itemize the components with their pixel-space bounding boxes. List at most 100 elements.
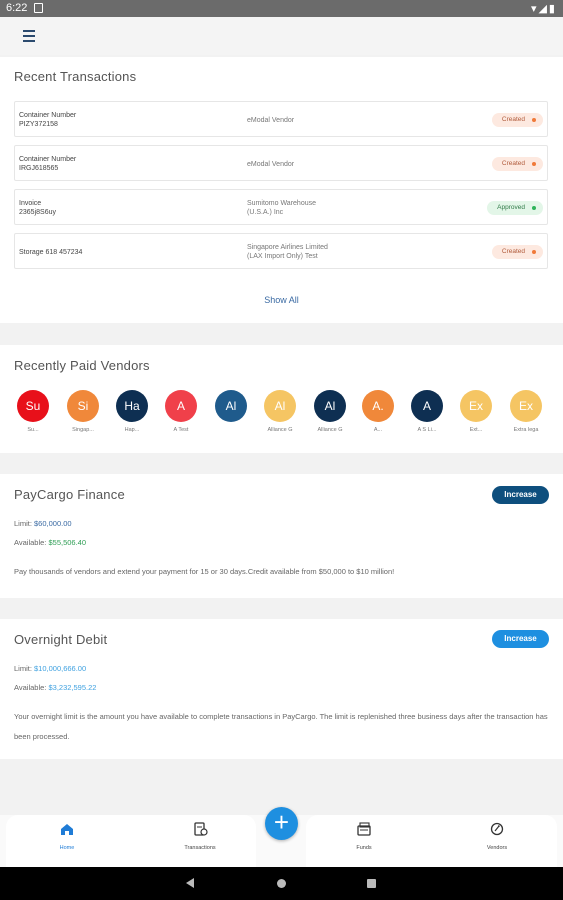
nav-funds-label: Funds: [356, 845, 372, 851]
tx-vendor-line2: (LAX Import Only) Test: [247, 253, 318, 260]
vendor-label: Ext...: [469, 427, 483, 433]
vendor-label: A S Li...: [417, 427, 437, 433]
vendor-label: Su...: [27, 427, 39, 433]
status-dot: [532, 206, 536, 210]
status-bar: 6:22 ▾◢▮: [0, 0, 563, 17]
home-button-icon[interactable]: [277, 879, 286, 888]
vendor-item[interactable]: Ex Ext...: [456, 390, 496, 440]
vendors-icon: [490, 822, 504, 836]
vendor-item[interactable]: Ex Extra lega: [506, 390, 546, 440]
tx-type: Storage 618 457234: [19, 249, 83, 256]
status-icons: ▾◢▮: [530, 3, 557, 15]
status-dot: [532, 162, 536, 166]
vendor-avatar: Si: [67, 390, 99, 422]
vendor-avatar: A.: [362, 390, 394, 422]
nav-transactions[interactable]: Transactions: [165, 821, 235, 851]
status-badge: Created: [491, 245, 543, 259]
recent-transactions-card: Recent Transactions Container Number PIZY…: [0, 57, 563, 323]
finance-description: Pay thousands of vendors and extend your…: [14, 567, 395, 576]
tx-ref: 2365j8S6uy: [19, 209, 56, 216]
vendor-item[interactable]: Ha Hap...: [112, 390, 152, 440]
recently-paid-vendors-title: Recently Paid Vendors: [14, 358, 150, 373]
vendor-label: Alliance G: [317, 427, 343, 433]
status-badge: Approved: [487, 201, 543, 215]
debit-description: Your overnight limit is the amount you h…: [14, 712, 548, 741]
vendor-item[interactable]: Al: [211, 390, 251, 440]
recent-transactions-title: Recent Transactions: [14, 69, 137, 84]
vendor-item[interactable]: A A S Li...: [407, 390, 447, 440]
status-time: 6:22: [6, 2, 28, 14]
nav-vendors[interactable]: Vendors: [462, 821, 532, 851]
tx-vendor: Singapore Airlines Limited: [247, 244, 328, 251]
finance-limit-value: $60,000.00: [34, 519, 72, 528]
vendor-avatar: A: [165, 390, 197, 422]
debit-available: Available: $3,232,595.22: [14, 683, 97, 692]
finance-available-value: $55,506.40: [48, 538, 87, 547]
funds-icon: [357, 822, 371, 836]
tx-vendor-line2: (U.S.A.) Inc: [247, 209, 284, 216]
notification-icon: [34, 3, 43, 13]
vendor-label: Extra lega: [513, 427, 539, 433]
tx-type: Invoice: [19, 200, 42, 207]
transaction-row[interactable]: Container Number IRGJ618565 eModal Vendor…: [14, 145, 548, 181]
nav-funds[interactable]: Funds: [329, 821, 399, 851]
add-button[interactable]: +: [265, 807, 298, 840]
back-icon[interactable]: [186, 878, 194, 888]
transaction-row[interactable]: Storage 618 457234 Singapore Airlines Li…: [14, 233, 548, 269]
vendor-avatar: Ha: [116, 390, 148, 422]
vendor-item[interactable]: Al Alliance G: [260, 390, 300, 440]
tx-ref: PIZY372158: [19, 121, 58, 128]
vendor-carousel[interactable]: Su Su... Si Singap... Ha Hap... A A Test Al …: [0, 390, 563, 440]
tx-vendor: Sumitomo Warehouse: [247, 200, 316, 207]
status-badge: Created: [491, 113, 543, 127]
tx-ref: IRGJ618565: [19, 165, 59, 172]
vendor-item[interactable]: Al Alliance G: [310, 390, 350, 440]
tx-type: Container Number: [19, 156, 77, 163]
paycargo-finance-title: PayCargo Finance: [14, 487, 125, 502]
overnight-debit-card: Overnight Debit Increase Limit: $10,000,…: [0, 619, 563, 759]
system-navigation-bar: [0, 867, 563, 900]
vendor-avatar: Su: [17, 390, 49, 422]
vendor-item[interactable]: Su Su...: [13, 390, 53, 440]
vendor-avatar: Ex: [460, 390, 492, 422]
paycargo-finance-card: PayCargo Finance Increase Limit: $60,000…: [0, 474, 563, 598]
debit-limit: Limit: $10,000,666.00: [14, 664, 87, 673]
finance-limit: Limit: $60,000.00: [14, 519, 72, 528]
vendor-item[interactable]: A. A...: [358, 390, 398, 440]
status-dot: [532, 118, 536, 122]
vendor-label: Singap...: [72, 427, 94, 433]
nav-home-label: Home: [59, 845, 75, 851]
status-badge: Created: [491, 157, 543, 171]
tx-type: Container Number: [19, 112, 77, 119]
home-icon: [61, 824, 73, 835]
recents-icon[interactable]: [367, 879, 376, 888]
vendor-label: A Test: [173, 427, 189, 433]
tx-vendor: eModal Vendor: [247, 117, 295, 124]
vendor-avatar: Al: [314, 390, 346, 422]
app-bar: [0, 17, 563, 55]
vendor-avatar: Al: [264, 390, 296, 422]
debit-available-value: $3,232,595.22: [48, 683, 97, 692]
show-all-link[interactable]: Show All: [0, 295, 563, 305]
overnight-debit-title: Overnight Debit: [14, 632, 108, 647]
finance-available: Available: $55,506.40: [14, 538, 87, 547]
status-dot: [532, 250, 536, 254]
vendor-avatar: Ex: [510, 390, 542, 422]
nav-home[interactable]: Home: [32, 821, 102, 851]
transactions-icon: [194, 822, 208, 836]
transaction-row[interactable]: Container Number PIZY372158 eModal Vendor…: [14, 101, 548, 137]
debit-increase-button[interactable]: Increase: [492, 630, 549, 648]
finance-increase-button[interactable]: Increase: [492, 486, 549, 504]
menu-icon[interactable]: [20, 28, 38, 44]
vendor-item[interactable]: Si Singap...: [63, 390, 103, 440]
vendor-avatar: A: [411, 390, 443, 422]
transaction-row[interactable]: Invoice 2365j8S6uy Sumitomo Warehouse (U.S…: [14, 189, 548, 225]
nav-transactions-label: Transactions: [184, 845, 216, 851]
vendor-label: A...: [373, 427, 383, 433]
nav-vendors-label: Vendors: [486, 845, 508, 851]
tx-vendor: eModal Vendor: [247, 161, 295, 168]
vendor-label: Hap...: [124, 427, 140, 433]
vendor-avatar: Al: [215, 390, 247, 422]
vendor-label: Alliance G: [267, 427, 293, 433]
vendor-item[interactable]: A A Test: [161, 390, 201, 440]
